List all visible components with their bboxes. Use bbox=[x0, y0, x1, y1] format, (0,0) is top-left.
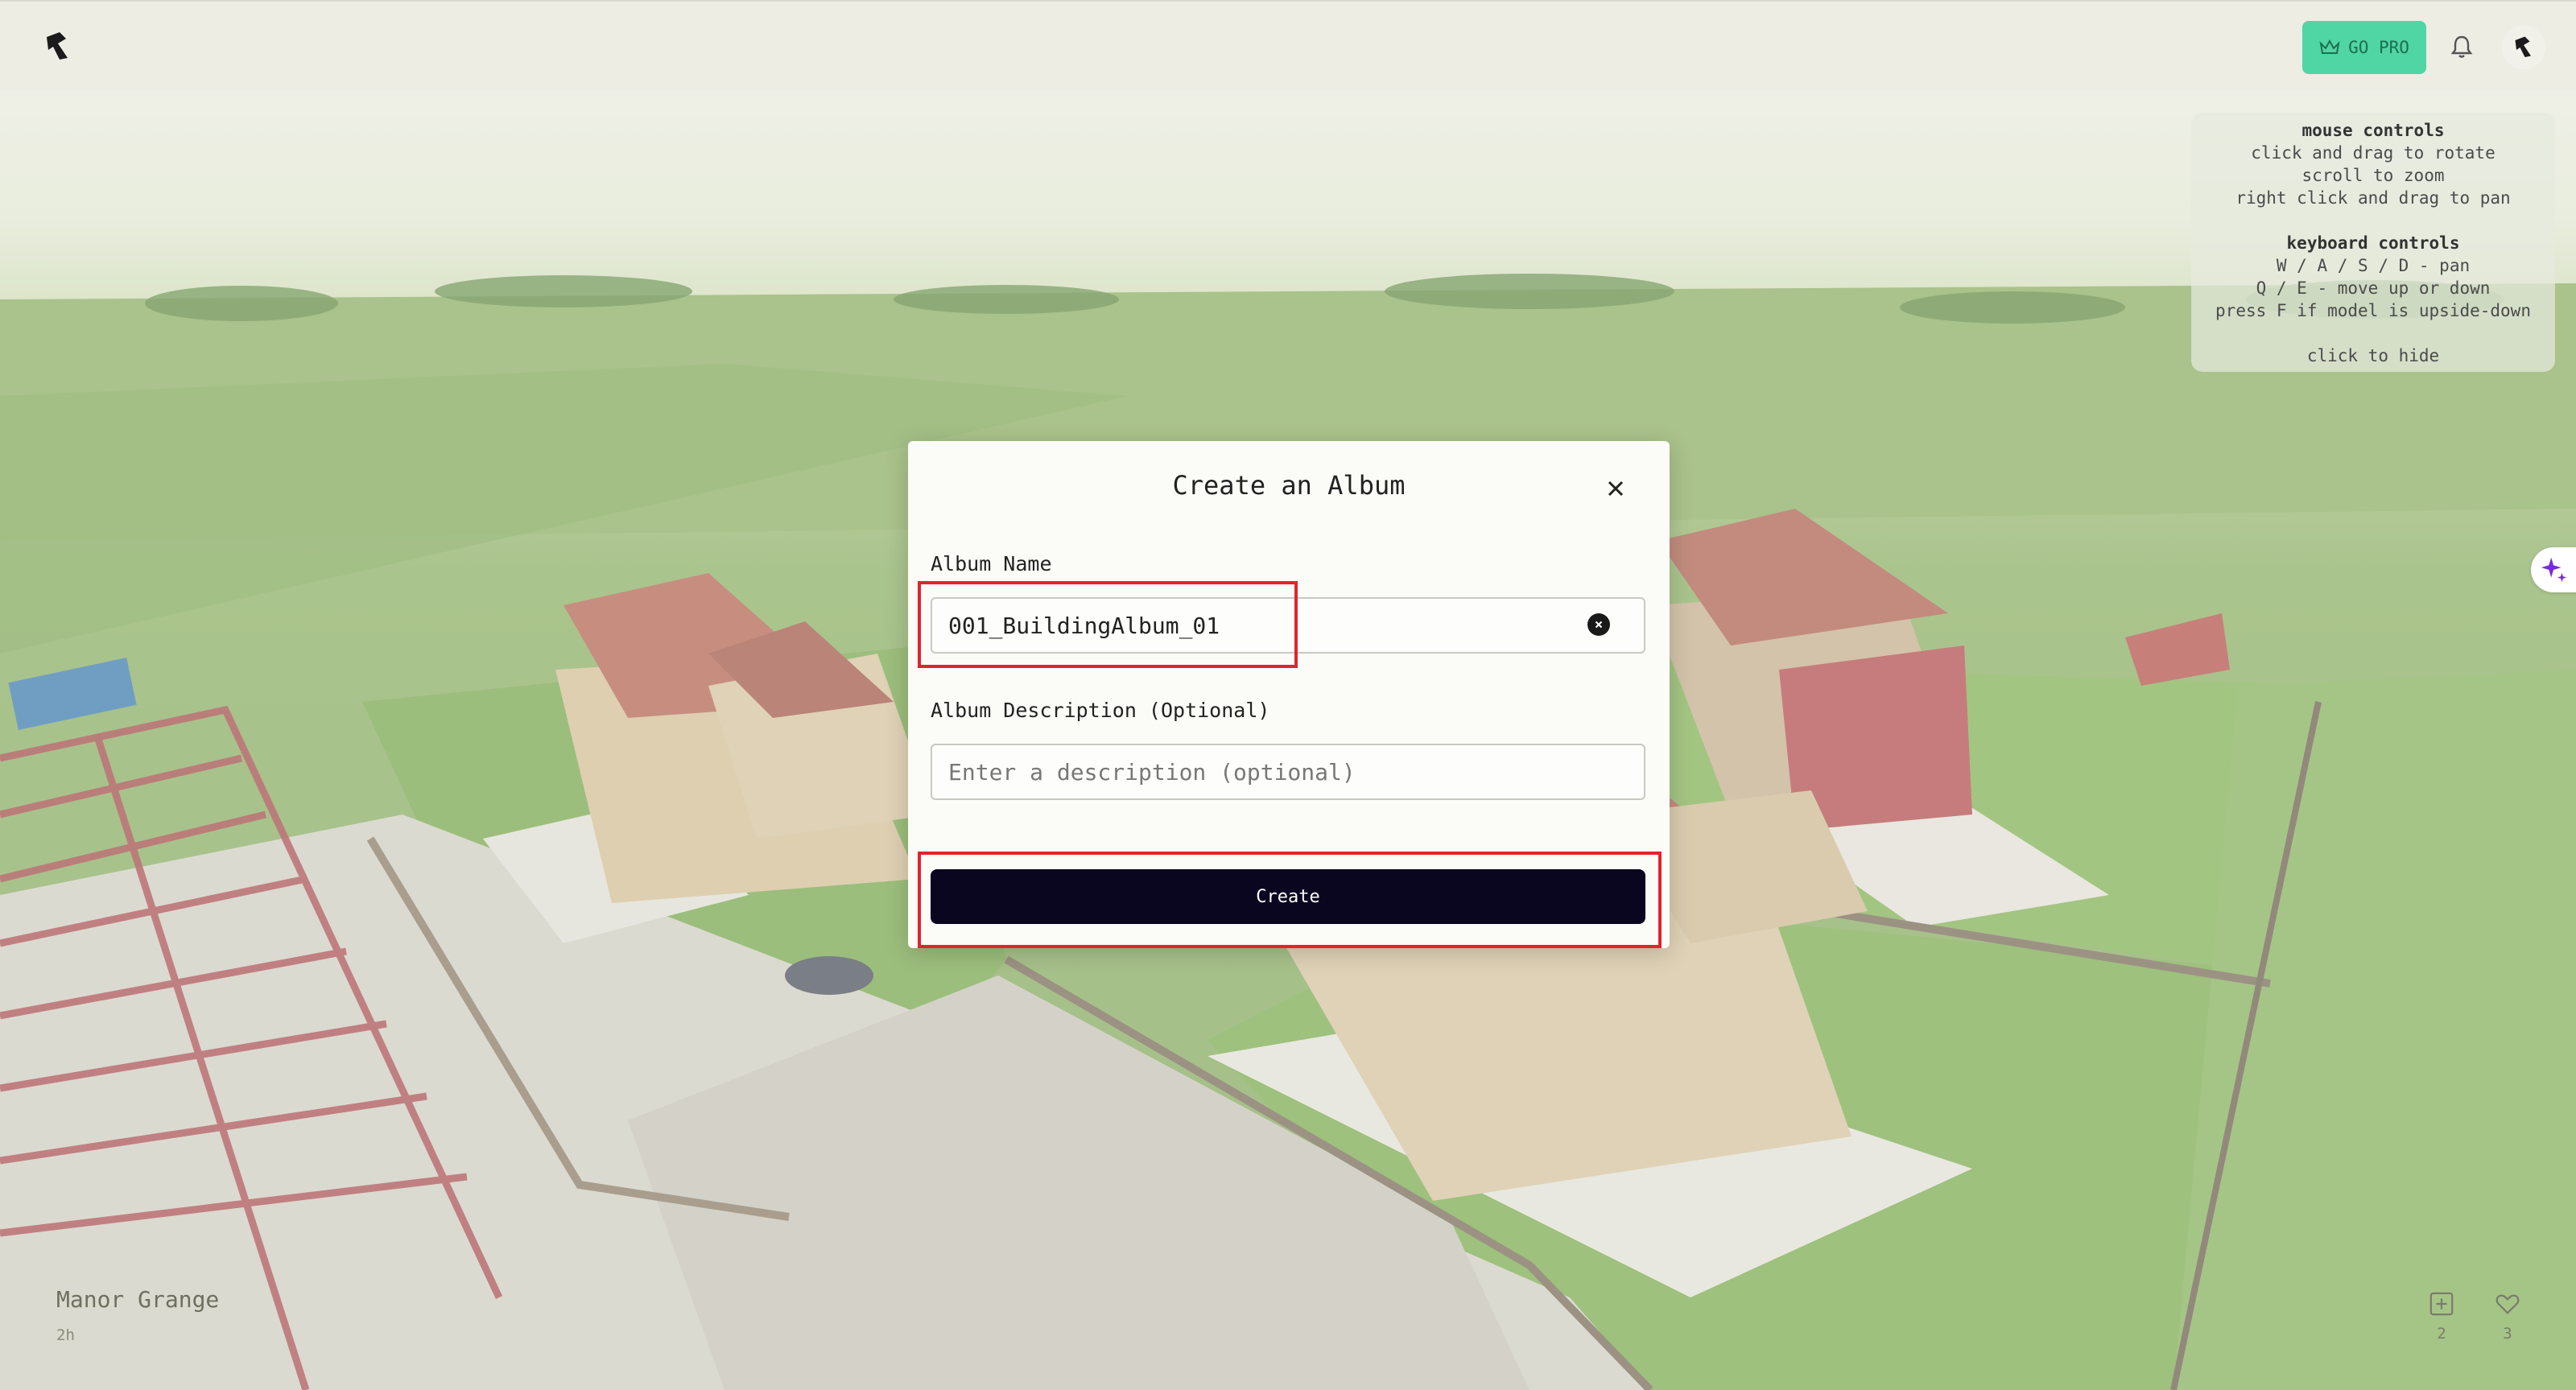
mouse-control-line: click and drag to rotate bbox=[2251, 143, 2496, 163]
go-pro-label: GO PRO bbox=[2348, 38, 2409, 57]
album-name-input[interactable] bbox=[931, 597, 1645, 654]
keyboard-control-line: press F if model is upside-down bbox=[2215, 301, 2531, 320]
keyboard-controls-title: keyboard controls bbox=[2286, 233, 2460, 253]
avatar-logo-icon bbox=[2515, 36, 2531, 57]
heart-icon bbox=[2496, 1294, 2520, 1314]
hide-hint: click to hide bbox=[2306, 346, 2440, 365]
close-icon[interactable] bbox=[1602, 475, 1629, 502]
go-pro-button[interactable]: GO PRO bbox=[2302, 21, 2426, 74]
crown-icon bbox=[2319, 39, 2340, 54]
user-avatar[interactable] bbox=[2502, 26, 2545, 69]
album-description-label: Album Description (Optional) bbox=[931, 699, 1270, 722]
mouse-control-line: scroll to zoom bbox=[2301, 166, 2445, 185]
keyboard-control-line: W / A / S / D - pan bbox=[2276, 256, 2471, 275]
mouse-control-line: right click and drag to pan bbox=[2235, 188, 2511, 208]
create-album-modal: Create an Album Album Name Album Descrip… bbox=[908, 441, 1670, 948]
notification-bell-icon[interactable] bbox=[2447, 32, 2476, 61]
controls-help-panel[interactable]: mouse controls click and drag to rotate … bbox=[2191, 113, 2555, 372]
modal-title: Create an Album bbox=[1172, 470, 1406, 501]
logo-icon[interactable] bbox=[42, 31, 74, 63]
scene-title: Manor Grange bbox=[56, 1286, 220, 1313]
keyboard-control-line: Q / E - move up or down bbox=[2256, 278, 2491, 298]
top-bar: GO PRO bbox=[0, 0, 2576, 90]
album-description-input[interactable] bbox=[931, 744, 1645, 800]
like-count: 3 bbox=[2503, 1325, 2512, 1343]
sparkle-icon bbox=[2541, 557, 2567, 583]
clear-input-icon[interactable] bbox=[1587, 613, 1610, 636]
ai-sparkle-button[interactable] bbox=[2531, 547, 2576, 592]
scene-age: 2h bbox=[56, 1326, 75, 1344]
like-button[interactable]: 3 bbox=[2487, 1291, 2528, 1343]
add-to-album-button[interactable]: 2 bbox=[2421, 1291, 2462, 1343]
mouse-controls-title: mouse controls bbox=[2301, 121, 2445, 140]
add-square-icon bbox=[2429, 1292, 2454, 1316]
create-button[interactable]: Create bbox=[931, 869, 1645, 924]
add-count: 2 bbox=[2437, 1325, 2446, 1343]
album-name-label: Album Name bbox=[931, 552, 1052, 575]
